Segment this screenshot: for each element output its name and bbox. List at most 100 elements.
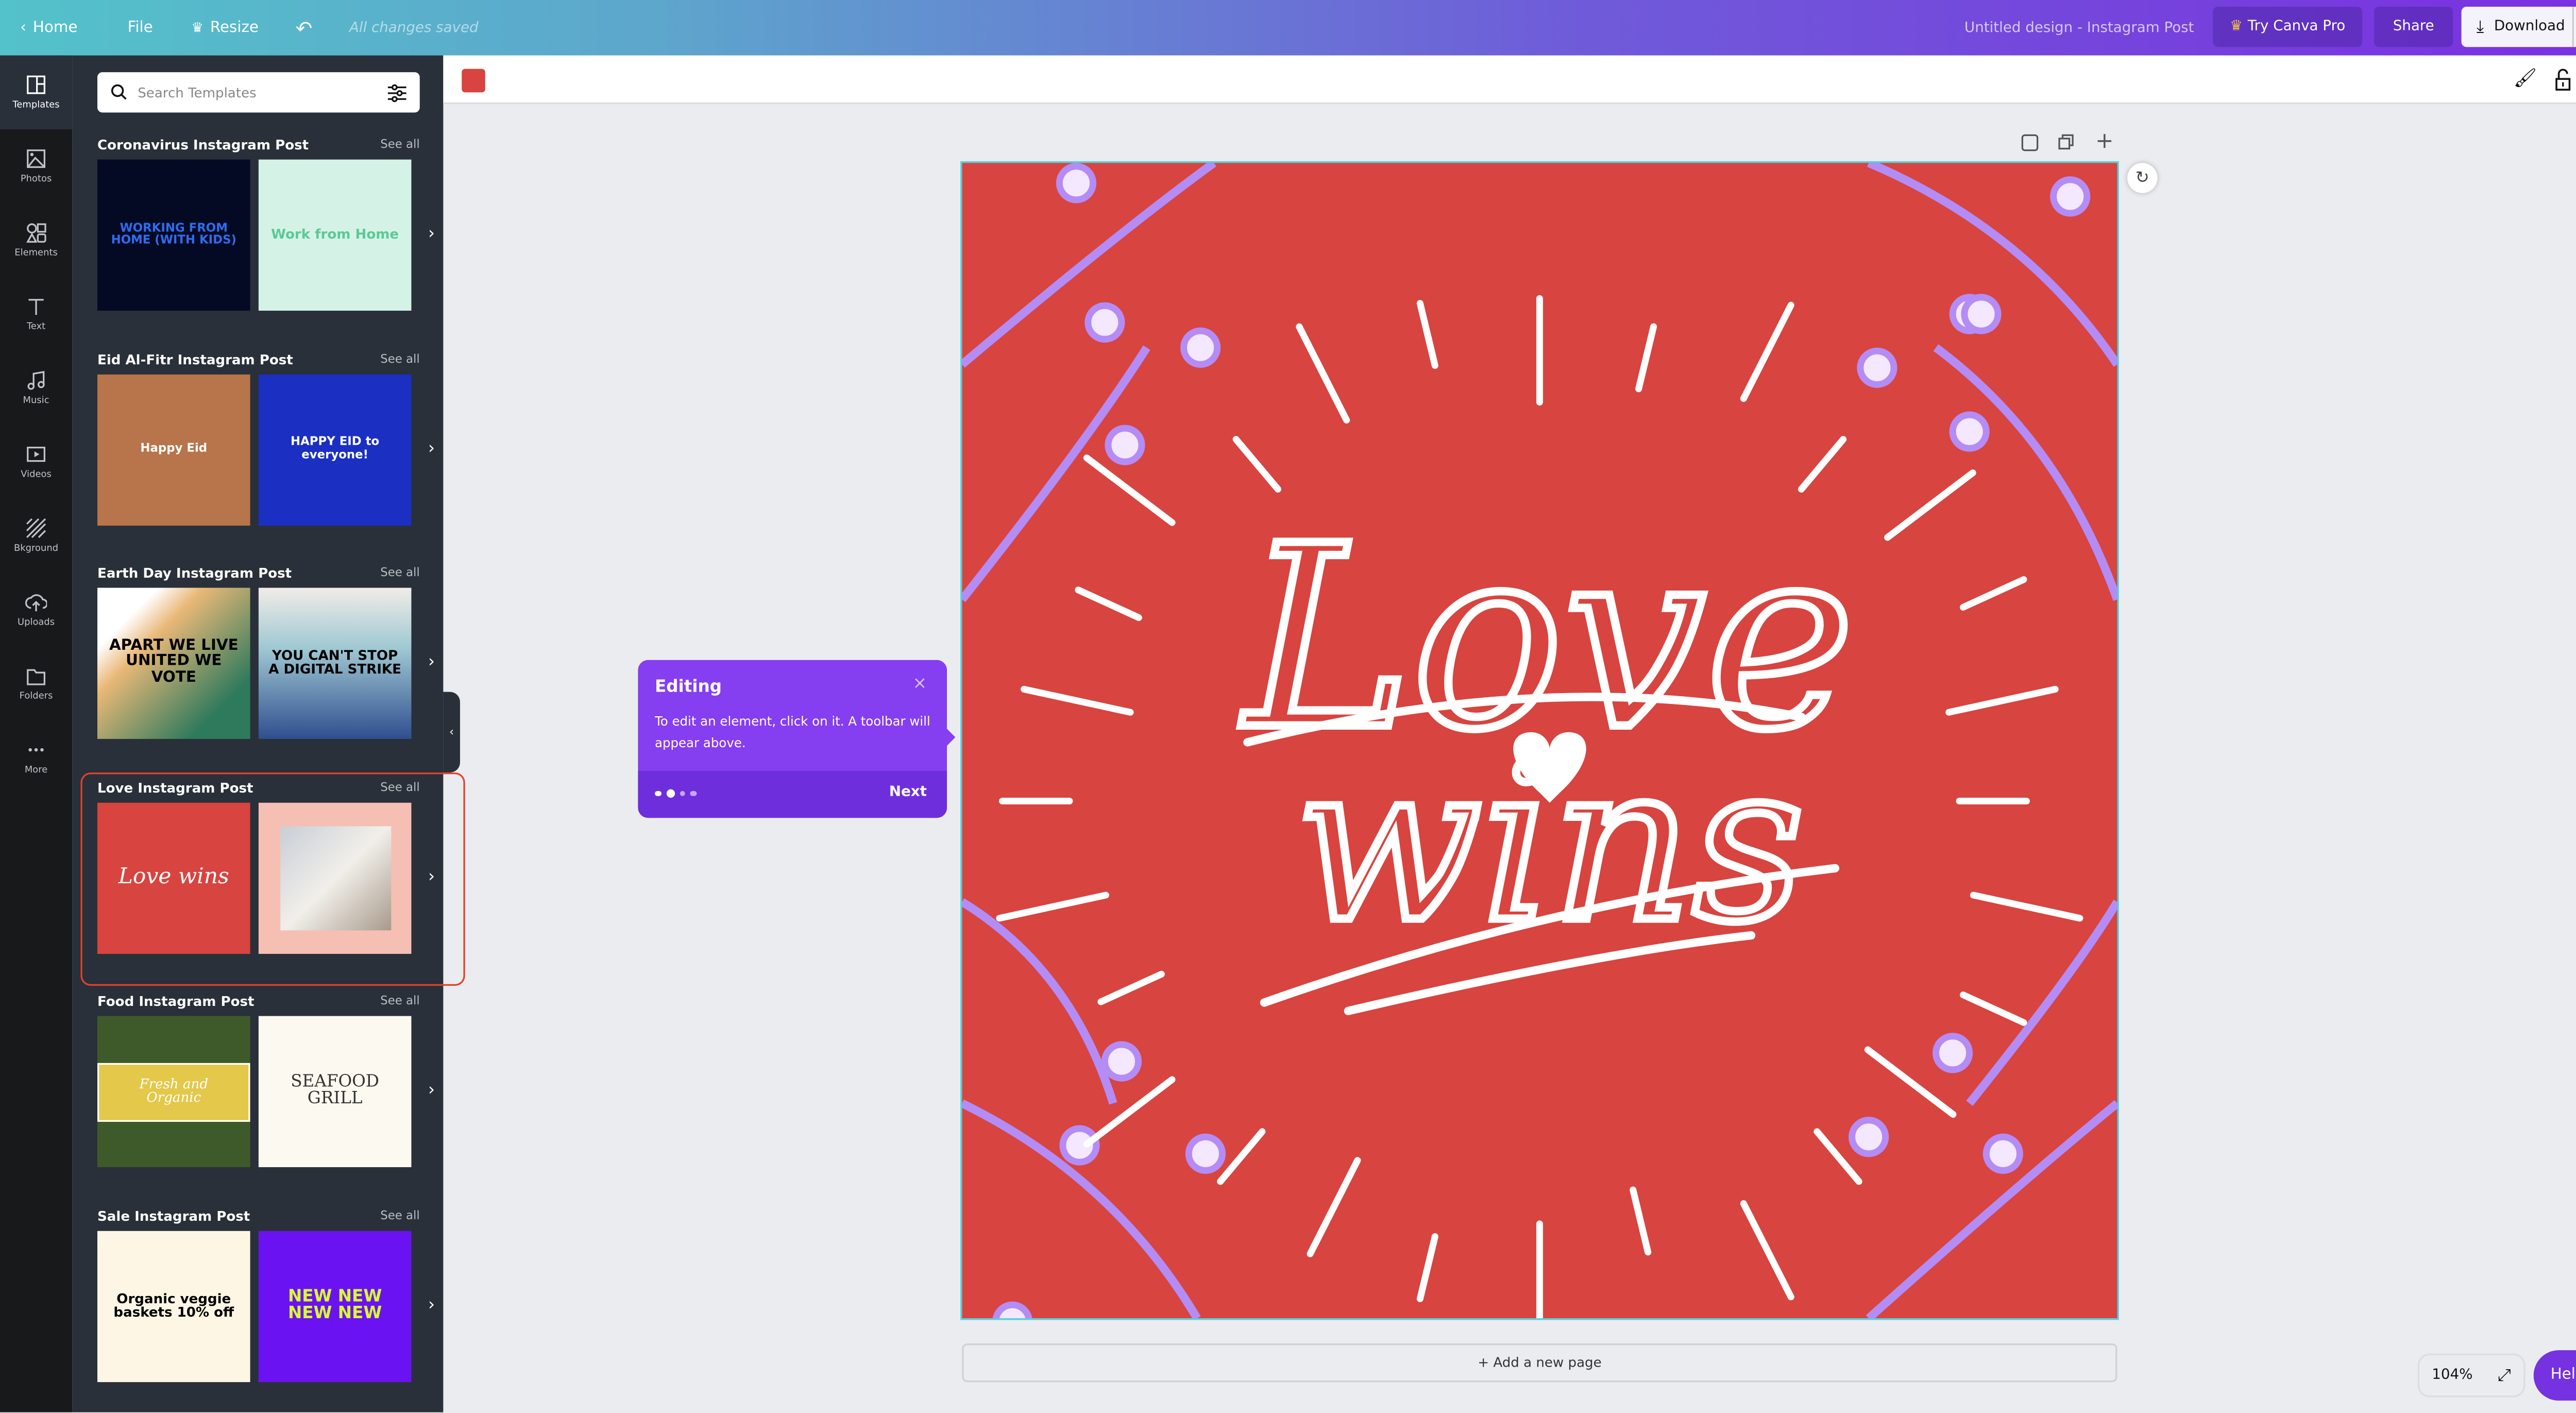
fullscreen-icon[interactable]: ⤢ bbox=[2498, 1366, 2511, 1385]
nav-item-photos[interactable]: Photos bbox=[0, 129, 72, 203]
page-notes-icon[interactable] bbox=[2021, 134, 2039, 152]
collapse-panel-button[interactable]: ‹ bbox=[443, 692, 460, 773]
resize-button[interactable]: ♛ Resize bbox=[192, 0, 259, 56]
template-thumbnail[interactable]: Work from Home bbox=[258, 159, 412, 311]
nav-item-videos[interactable]: Videos bbox=[0, 425, 72, 499]
background-color-swatch[interactable] bbox=[462, 69, 485, 93]
ray bbox=[1740, 1200, 1794, 1301]
zoom-level[interactable]: 104% bbox=[2432, 1367, 2472, 1384]
template-thumbnail[interactable]: SEAFOOD GRILL bbox=[258, 1016, 412, 1168]
flower-bud bbox=[1105, 425, 1145, 465]
thumbnail-text: SEAFOOD GRILL bbox=[291, 1073, 380, 1109]
thumbnail-text: HAPPY EID to everyone! bbox=[291, 435, 380, 461]
undo-button[interactable]: ↶ bbox=[296, 0, 313, 56]
flower-bud bbox=[1961, 294, 2002, 334]
unlock-icon[interactable] bbox=[2555, 65, 2571, 91]
step-dot bbox=[666, 789, 674, 798]
nav-item-music[interactable]: Music bbox=[0, 351, 72, 425]
thumbnail-text: Organic veggie baskets 10% off bbox=[113, 1290, 234, 1320]
ray bbox=[1970, 891, 2083, 922]
see-all-link[interactable]: See all bbox=[380, 1209, 419, 1222]
filter-sliders-icon[interactable] bbox=[387, 83, 406, 102]
download-options-button[interactable]: ⌄ bbox=[2572, 7, 2576, 47]
template-section: Food Instagram Post See all Fresh and Orga… bbox=[97, 995, 435, 1171]
template-thumbnail[interactable]: YOU CAN'T STOP A DIGITAL STRIKE bbox=[258, 588, 412, 739]
flower-bud bbox=[1185, 1133, 1226, 1174]
ray bbox=[1097, 970, 1165, 1005]
nav-item-templates[interactable]: Templates bbox=[0, 55, 73, 129]
try-canva-pro-button[interactable]: ♛ Try Canva Pro bbox=[2213, 7, 2363, 47]
add-new-page-button[interactable]: + Add a new page bbox=[962, 1343, 2117, 1383]
nav-item-elements[interactable]: Elements bbox=[0, 203, 72, 277]
elements-icon bbox=[26, 223, 46, 243]
ray bbox=[1884, 469, 1976, 541]
flower-bud bbox=[1056, 163, 1097, 204]
ray bbox=[1083, 1076, 1176, 1148]
step-indicator bbox=[654, 789, 696, 798]
templates-icon bbox=[27, 75, 45, 94]
design-title[interactable]: Untitled design - Instagram Post bbox=[1964, 0, 2194, 56]
help-button[interactable]: Help ? bbox=[2533, 1350, 2576, 1401]
chevron-right-icon[interactable]: › bbox=[428, 1297, 435, 1315]
nav-item-label: Uploads bbox=[17, 618, 55, 628]
copy-style-icon[interactable]: 🖌︎ bbox=[2514, 67, 2537, 89]
love-wins-artwork[interactable]: Love wins bbox=[962, 163, 2117, 1319]
template-thumbnail[interactable]: Organic veggie baskets 10% off bbox=[97, 1231, 250, 1383]
close-icon[interactable]: × bbox=[913, 675, 927, 694]
thumbnail-text: Work from Home bbox=[271, 226, 399, 242]
tooltip-body: To edit an element, click on it. A toolb… bbox=[654, 714, 930, 751]
chevron-right-icon[interactable]: › bbox=[428, 1082, 435, 1101]
ray bbox=[1296, 323, 1350, 424]
duplicate-page-icon[interactable] bbox=[2058, 134, 2075, 152]
search-templates-input[interactable]: Search Templates bbox=[97, 72, 420, 113]
template-thumbnail[interactable]: NEW NEW NEW NEW bbox=[258, 1231, 412, 1383]
see-all-link[interactable]: See all bbox=[380, 352, 419, 365]
videos-icon bbox=[27, 446, 45, 462]
step-dot bbox=[690, 790, 696, 797]
home-button[interactable]: ‹ Home bbox=[20, 0, 77, 56]
ray bbox=[1630, 1186, 1652, 1256]
design-page[interactable]: Love wins bbox=[960, 161, 2119, 1320]
template-thumbnail[interactable]: HAPPY EID to everyone! bbox=[258, 374, 412, 525]
tooltip-footer: Next bbox=[638, 770, 947, 818]
see-all-link[interactable]: See all bbox=[380, 995, 419, 1008]
add-page-icon[interactable]: + bbox=[2095, 129, 2114, 155]
nav-item-folders[interactable]: Folders bbox=[0, 647, 72, 720]
ray bbox=[1083, 455, 1176, 526]
download-button[interactable]: ⤓ Download ⌄ bbox=[2461, 7, 2576, 47]
nav-item-text[interactable]: Text bbox=[0, 277, 72, 351]
refresh-icon[interactable]: ↻ bbox=[2127, 163, 2158, 193]
section-title: Food Instagram Post bbox=[97, 995, 255, 1010]
share-button[interactable]: Share bbox=[2374, 7, 2453, 47]
flower-stem bbox=[1866, 1100, 2117, 1319]
next-button[interactable]: Next bbox=[889, 784, 927, 801]
section-title: Earth Day Instagram Post bbox=[97, 566, 292, 582]
nav-item-label: Templates bbox=[12, 100, 60, 111]
highlighted-section-outline bbox=[80, 772, 465, 986]
template-thumbnail[interactable]: WORKING FROM HOME (WITH KIDS) bbox=[97, 159, 250, 311]
file-menu[interactable]: File bbox=[128, 0, 153, 56]
template-thumbnail[interactable]: APART WE LIVE UNITED WE VOTE bbox=[97, 588, 250, 739]
nav-item-uploads[interactable]: Uploads bbox=[0, 573, 72, 646]
nav-item-label: Music bbox=[23, 396, 49, 407]
nav-item-bkground[interactable]: Bkground bbox=[0, 499, 72, 573]
template-thumbnail[interactable]: Fresh and Organic bbox=[97, 1016, 250, 1168]
chevron-right-icon[interactable]: › bbox=[428, 653, 435, 672]
see-all-link[interactable]: See all bbox=[380, 566, 419, 580]
zoom-control[interactable]: 104% ⤢ bbox=[2417, 1353, 2526, 1398]
nav-item-more[interactable]: More bbox=[0, 720, 72, 794]
ray bbox=[1740, 301, 1794, 402]
folders-icon bbox=[27, 669, 45, 685]
template-thumbnail[interactable]: Happy Eid bbox=[97, 374, 250, 525]
see-all-link[interactable]: See all bbox=[380, 138, 419, 151]
crown-icon: ♛ bbox=[2230, 18, 2243, 36]
chevron-right-icon[interactable]: › bbox=[428, 440, 435, 458]
template-section: Eid Al-Fitr Instagram Post See all Happy E… bbox=[97, 352, 435, 528]
ray bbox=[1960, 576, 2027, 611]
chevron-right-icon[interactable]: › bbox=[428, 225, 435, 244]
download-label: Download bbox=[2494, 18, 2565, 36]
search-placeholder: Search Templates bbox=[138, 85, 257, 100]
uploads-icon bbox=[25, 594, 47, 612]
flower-bud bbox=[992, 1301, 1032, 1319]
flower-bud bbox=[1982, 1133, 2023, 1174]
